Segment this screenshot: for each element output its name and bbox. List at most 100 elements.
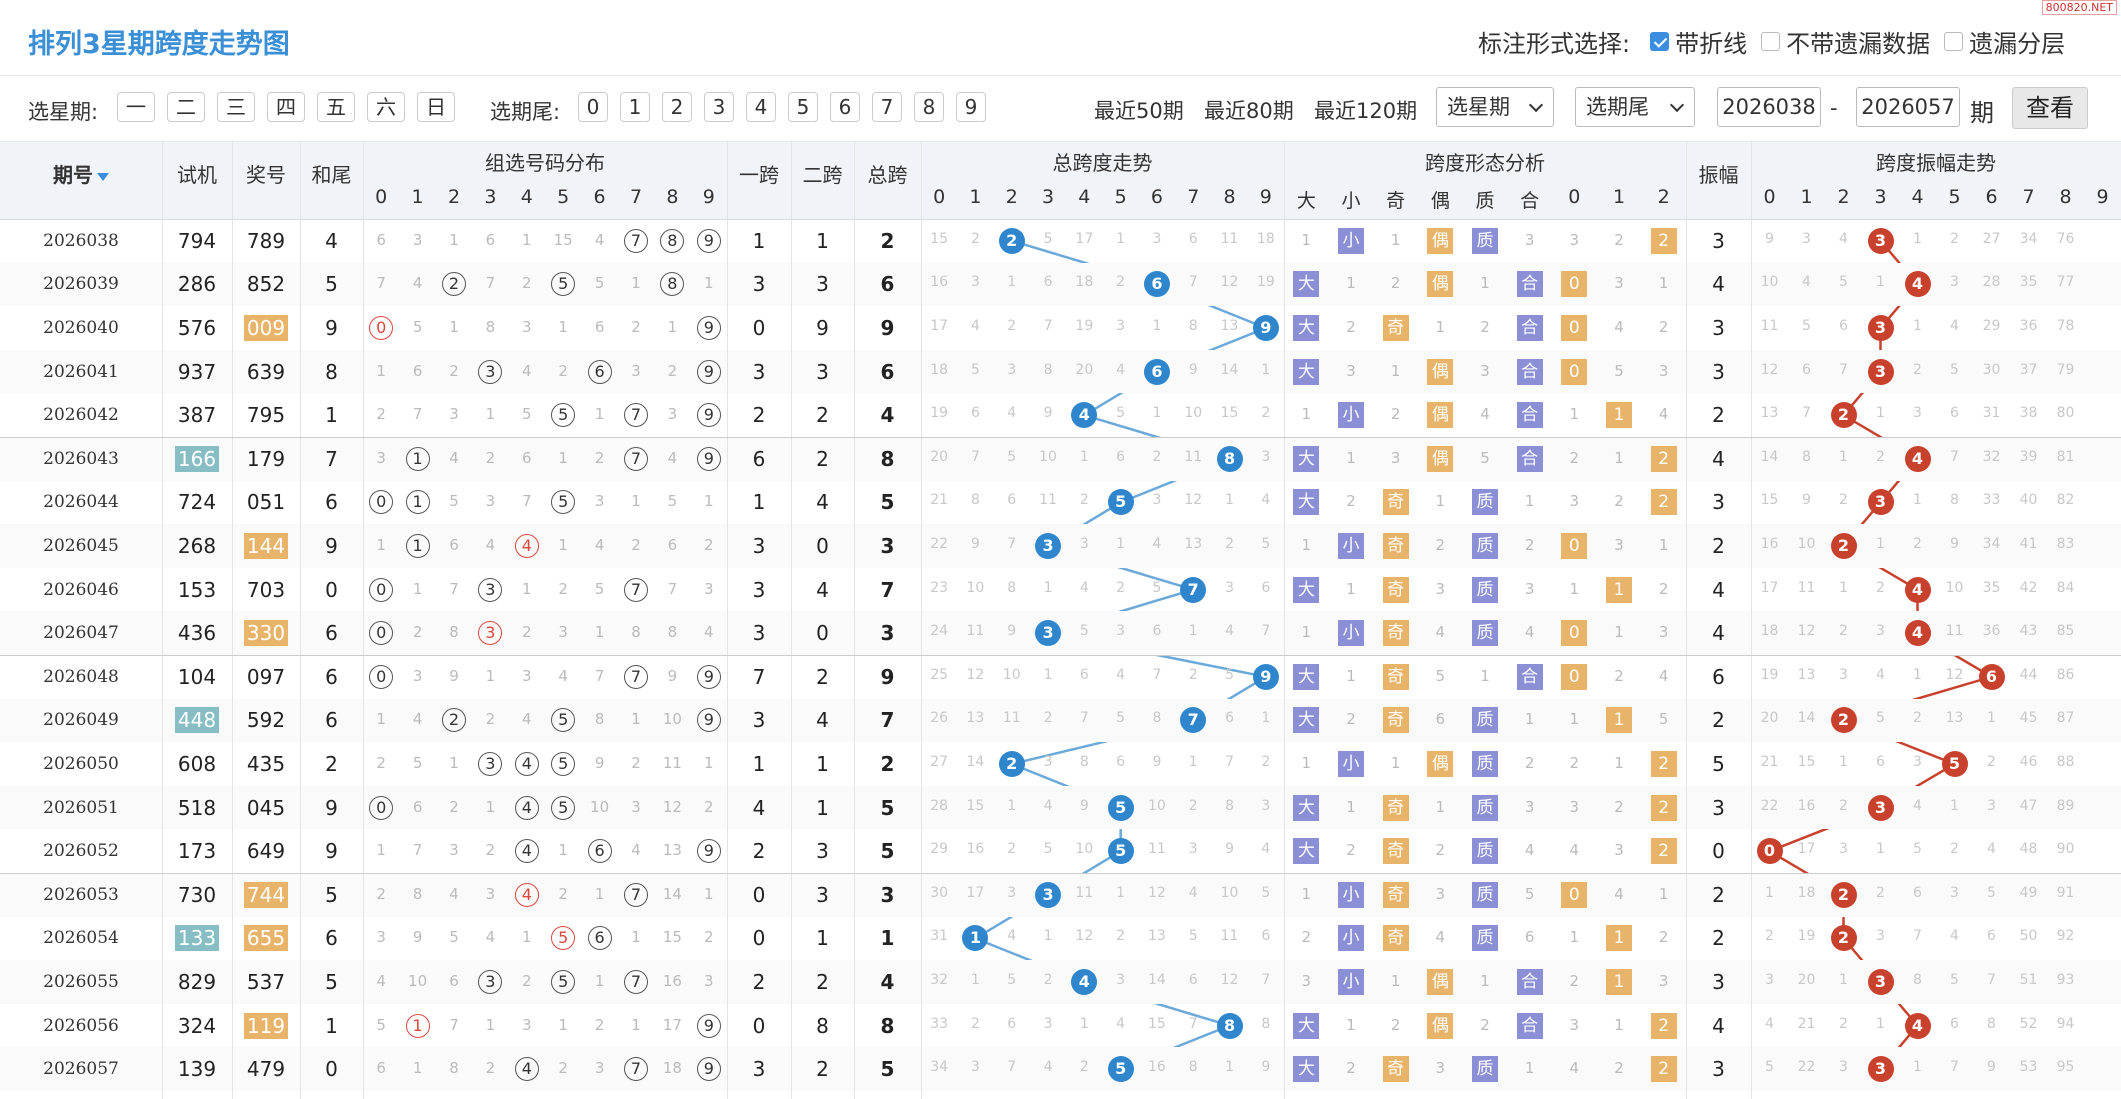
trend-digit-header: 6: [1150, 186, 1163, 208]
span-trend-ball: 5: [1107, 489, 1134, 516]
trend-miss-count: 5: [1261, 536, 1271, 552]
amp-miss-count: 47: [2019, 797, 2038, 814]
week-button[interactable]: 四: [267, 92, 305, 122]
week-button[interactable]: 一: [117, 92, 155, 122]
period-to-input[interactable]: 2026057: [1856, 87, 1960, 127]
opt-layer-checkbox[interactable]: 遗漏分层: [1944, 24, 2065, 59]
amp-miss-count: 22: [1797, 1059, 1816, 1076]
trend-miss-count: 6: [1116, 754, 1126, 770]
test-number: 518: [177, 795, 217, 820]
trend-miss-count: 21: [930, 492, 949, 509]
form-tag: 小: [1338, 751, 1364, 777]
amp-miss-count: 34: [2019, 230, 2038, 247]
trend-miss-count: 6: [1261, 928, 1271, 945]
tail-button[interactable]: 0: [578, 92, 608, 122]
span-trend-ball: 6: [1143, 358, 1170, 385]
week-button[interactable]: 六: [367, 92, 405, 122]
tail-button[interactable]: 3: [704, 92, 734, 122]
trend-miss-count: 1: [970, 972, 980, 988]
view-button[interactable]: 查看: [2012, 87, 2088, 129]
opt-nomiss-checkbox[interactable]: 不带遗漏数据: [1761, 24, 1930, 59]
week-select[interactable]: 选星期: [1436, 87, 1554, 127]
amp-miss-count: 1: [1913, 230, 1922, 247]
amp-miss-count: 5: [1765, 1059, 1774, 1076]
tail-button[interactable]: 5: [788, 92, 818, 122]
span1-value: 1: [752, 752, 766, 776]
trend-miss-count: 5: [1043, 841, 1053, 858]
prize-number: 435: [246, 752, 286, 776]
trend-miss-count: 8: [1043, 361, 1053, 378]
dist-miss-count: 2: [522, 972, 532, 990]
amp-miss-count: 5: [1987, 884, 1996, 901]
form-miss-count: 1: [1524, 710, 1535, 729]
period-cell: 2026051: [43, 797, 119, 818]
prize-number: 479: [246, 1057, 286, 1082]
opt-line-checkbox[interactable]: 带折线: [1650, 24, 1747, 59]
recent-periods-link[interactable]: 最近80期: [1204, 95, 1294, 125]
week-button[interactable]: 五: [317, 92, 355, 122]
form-tag: 1: [1606, 969, 1632, 995]
form-tag: 质: [1472, 881, 1498, 908]
form-miss-count: 1: [1301, 754, 1312, 772]
tail-button[interactable]: 9: [956, 92, 986, 122]
dist-miss-count: 4: [449, 884, 459, 903]
tail-select[interactable]: 选期尾: [1575, 87, 1695, 127]
week-button[interactable]: 三: [217, 92, 255, 122]
trend-miss-count: 9: [1152, 754, 1162, 770]
dist-miss-count: 6: [449, 536, 459, 554]
amp-digit-header: 9: [2096, 186, 2109, 208]
total-span: 5: [880, 795, 895, 820]
amp-trend-ball: 4: [1904, 620, 1931, 647]
trend-miss-count: 2: [1225, 536, 1234, 552]
dist-digit-header: 2: [447, 186, 461, 208]
dist-digit-header: 3: [484, 186, 497, 208]
trend-miss-count: 12: [1148, 884, 1166, 901]
sort-desc-icon[interactable]: [97, 172, 109, 181]
amp-miss-count: 1: [1765, 884, 1774, 901]
amp-miss-count: 32: [1982, 448, 2001, 465]
amp-miss-count: 49: [2019, 884, 2038, 901]
period-from-input[interactable]: 2026038: [1717, 87, 1821, 127]
trend-miss-count: 1: [1007, 797, 1017, 814]
tail-button[interactable]: 6: [830, 92, 860, 122]
amp-miss-count: 13: [1797, 666, 1816, 683]
span2-value: 3: [816, 882, 829, 907]
tail-button[interactable]: 2: [662, 92, 692, 122]
week-button[interactable]: 二: [167, 92, 205, 122]
trend-miss-count: 2: [1043, 972, 1053, 988]
total-span: 9: [880, 664, 895, 689]
total-span: 3: [880, 621, 895, 646]
trend-miss-count: 5: [1079, 623, 1089, 640]
tail-button[interactable]: 7: [872, 92, 902, 122]
form-tag: 奇: [1382, 663, 1409, 690]
amp-miss-count: 4: [1913, 797, 1922, 814]
form-tag: 质: [1472, 227, 1498, 254]
dist-miss-count: 10: [662, 710, 682, 729]
amp-miss-count: 5: [1839, 274, 1848, 291]
tail-button[interactable]: 4: [746, 92, 776, 122]
dist-miss-count: 2: [704, 928, 714, 947]
form-tag: 质: [1472, 1056, 1498, 1083]
form-miss-count: 1: [1480, 666, 1490, 685]
form-tag: 0: [1561, 533, 1588, 559]
week-button[interactable]: 日: [417, 92, 455, 122]
checkbox-icon: [1761, 32, 1781, 51]
amp-miss-count: 17: [1797, 841, 1816, 858]
form-tag: 偶: [1427, 445, 1454, 472]
recent-periods-link[interactable]: 最近120期: [1314, 95, 1417, 125]
dist-miss-count: 3: [522, 318, 532, 336]
dist-miss-count: 16: [662, 972, 682, 990]
form-tag: 大: [1293, 1056, 1320, 1083]
form-miss-count: 3: [1524, 579, 1535, 598]
header-divider: [0, 219, 2121, 220]
trend-miss-count: 10: [966, 579, 985, 596]
tail-button[interactable]: 8: [914, 92, 944, 122]
trend-miss-count: 11: [1039, 492, 1057, 509]
recent-periods-link[interactable]: 最近50期: [1094, 95, 1184, 125]
tail-button[interactable]: 1: [620, 92, 650, 122]
prize-number: 592: [246, 708, 286, 733]
sum-tail: 1: [325, 1013, 338, 1038]
trend-miss-count: 2: [1007, 841, 1017, 858]
trend-miss-count: 7: [1261, 623, 1271, 640]
dist-miss-count: 7: [485, 274, 496, 293]
